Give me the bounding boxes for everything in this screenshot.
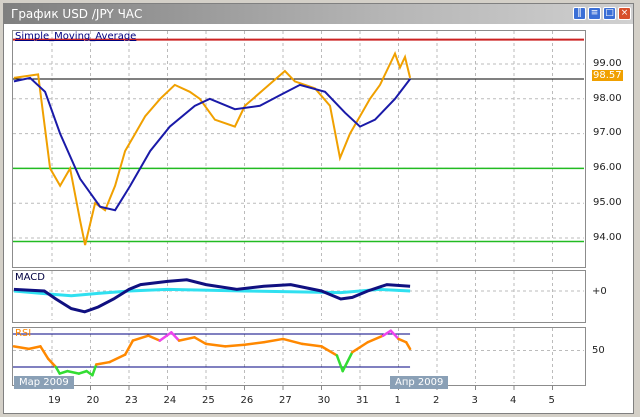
- rsi-segment: [335, 354, 344, 373]
- rsi-label: RSI: [15, 328, 32, 339]
- rsi-segment: [404, 341, 412, 351]
- rsi-segment: [204, 342, 227, 348]
- x-axis-label: 3: [471, 395, 478, 406]
- rsi-segment: [12, 345, 31, 351]
- rsi-segment: [95, 360, 111, 366]
- current-price-badge: 98.57: [592, 70, 623, 81]
- rsi-segment: [193, 336, 208, 346]
- rsi-segment: [147, 334, 162, 342]
- rsi-segment: [301, 342, 323, 348]
- rsi-segment: [341, 350, 354, 373]
- rsi-axis-label: 50: [592, 345, 605, 356]
- price-label: 96.00: [593, 162, 622, 173]
- rsi-segment: [39, 345, 50, 360]
- x-axis-label: 2: [433, 395, 440, 406]
- macd-signal-line: [13, 287, 411, 298]
- x-axis-label: 1: [394, 395, 401, 406]
- rsi-segment: [351, 341, 369, 354]
- rsi-segment: [389, 329, 400, 341]
- rsi-segment: [131, 334, 150, 342]
- price-line: [13, 51, 412, 246]
- rsi-segment: [243, 341, 265, 346]
- month-tag-april: Апр 2009: [390, 376, 449, 389]
- rsi-segment: [262, 337, 285, 344]
- rsi-segment: [177, 336, 196, 342]
- rsi-segment: [91, 363, 98, 377]
- x-axis-label: 23: [125, 395, 138, 406]
- rsi-segment: [224, 343, 246, 348]
- x-axis-label: 4: [510, 395, 517, 406]
- price-label: 98.00: [593, 93, 622, 104]
- rsi-segment: [281, 337, 304, 346]
- x-axis-label: 19: [48, 395, 61, 406]
- rsi-segment: [381, 329, 393, 337]
- x-axis-label: 27: [279, 395, 292, 406]
- chart-canvas: [12, 31, 584, 390]
- rsi-segment: [66, 369, 81, 375]
- x-axis-label: 5: [548, 395, 555, 406]
- x-axis-label: 24: [163, 395, 177, 406]
- month-tag-march: Мар 2009: [14, 376, 74, 389]
- price-label: 95.00: [593, 197, 622, 208]
- rsi-segment: [366, 334, 385, 344]
- price-label: 97.00: [593, 127, 622, 138]
- x-axis-label: 30: [317, 395, 331, 406]
- macd-axis-label: +0: [592, 286, 607, 297]
- rsi-segment: [320, 345, 339, 357]
- sma-label: Simple_Moving_Average: [15, 31, 137, 42]
- rsi-segment: [108, 353, 127, 364]
- rsi-segment: [27, 345, 42, 351]
- x-axis-label: 31: [356, 395, 369, 406]
- x-axis-label: 26: [240, 395, 254, 406]
- macd-label: MACD: [15, 272, 45, 283]
- price-label: 99.00: [593, 58, 622, 69]
- rsi-segment: [397, 337, 408, 344]
- price-label: 94.00: [593, 232, 622, 243]
- x-axis-label: 20: [86, 395, 100, 406]
- x-axis-label: 25: [202, 395, 215, 406]
